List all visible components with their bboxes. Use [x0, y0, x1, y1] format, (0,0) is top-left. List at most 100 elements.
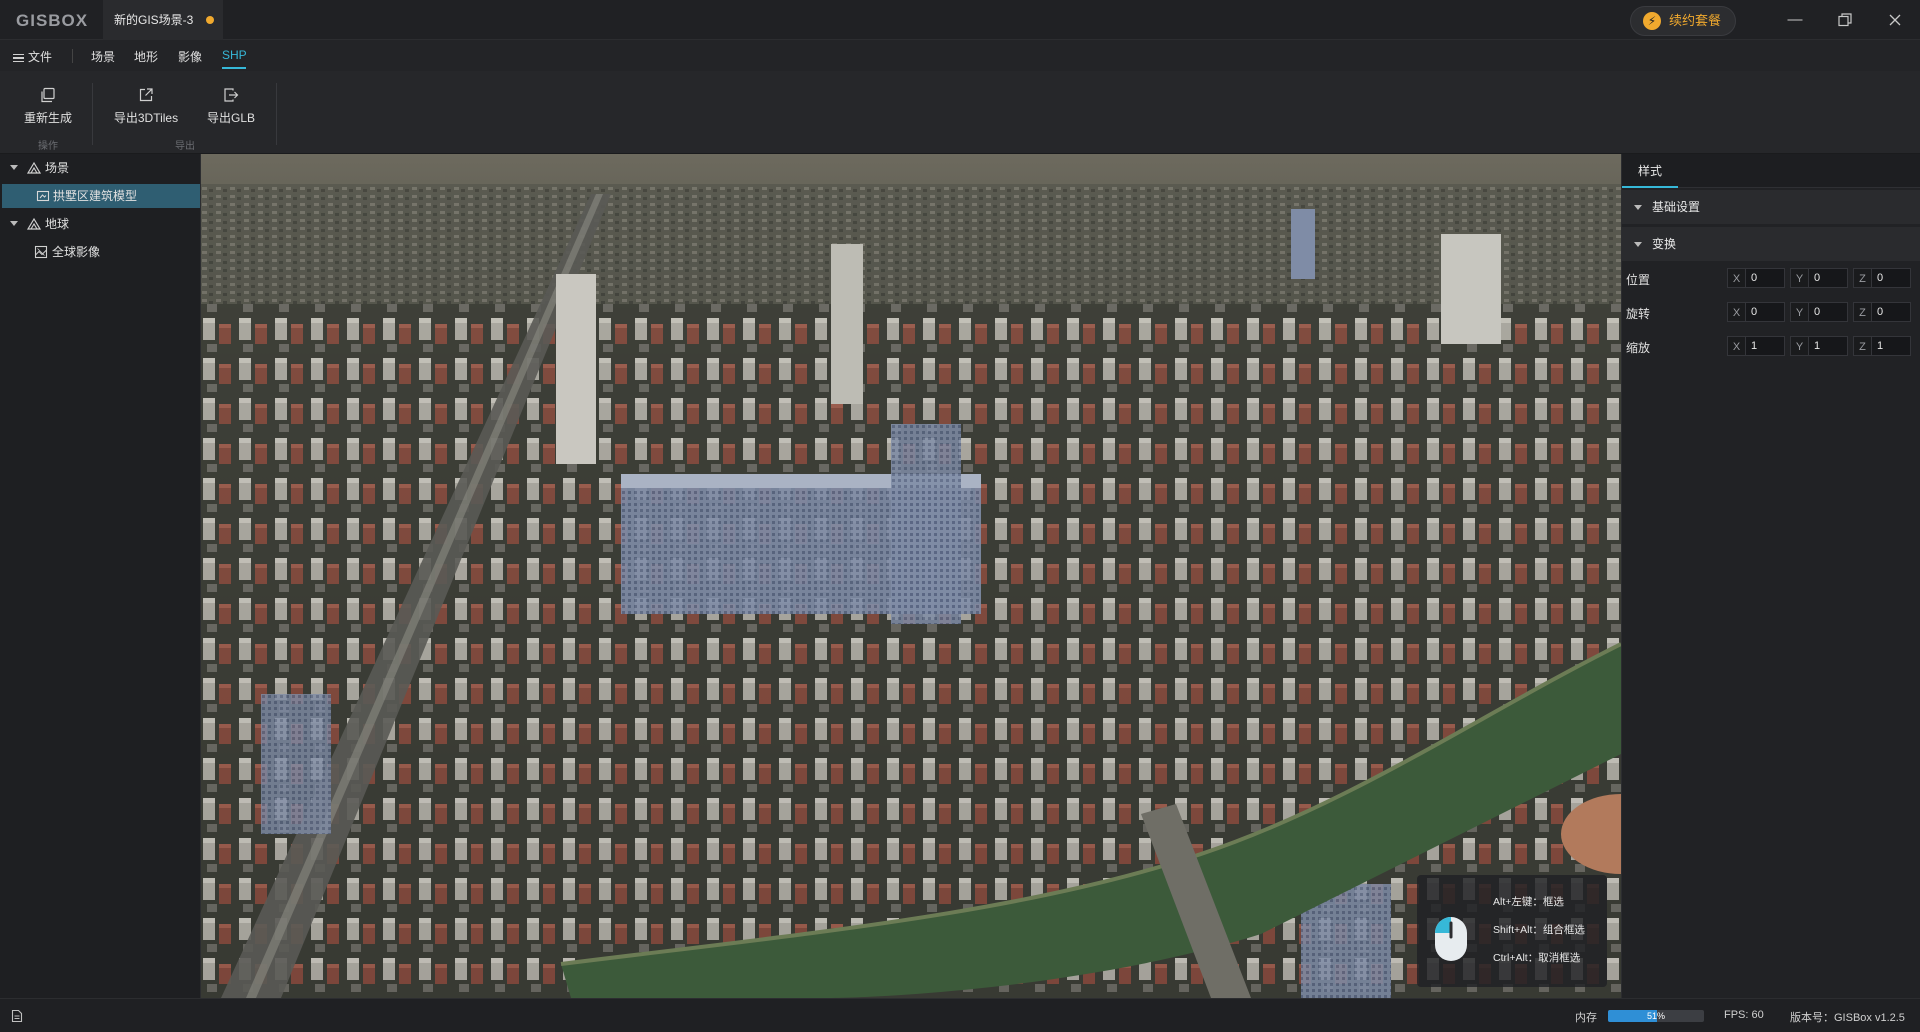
prop-label: 缩放 — [1626, 341, 1651, 355]
ribbon-toolbar: 重新生成 操作 导出3DTiles 导出GLB 导出 — [0, 71, 1920, 154]
section-transform[interactable]: 变换 — [1622, 227, 1920, 261]
tree-node-globe[interactable]: 地球 — [0, 212, 200, 236]
regenerate-icon — [41, 87, 55, 103]
scene-tree-panel: 场景 拱墅区建筑模型 地球 全球影像 — [0, 154, 201, 998]
section-label: 基础设置 — [1652, 200, 1701, 214]
menu-file-label: 文件 — [28, 50, 53, 64]
export-glb-button[interactable]: 导出GLB — [205, 87, 257, 126]
title-bar: GISBOX 新的GIS场景-3 ⚡ 续约套餐 — — [0, 0, 1920, 40]
unsaved-dot-icon — [206, 16, 214, 24]
axis-x-label: X — [1727, 268, 1745, 288]
scale-x-input[interactable] — [1745, 336, 1785, 356]
scale-z-input[interactable] — [1871, 336, 1911, 356]
menu-terrain[interactable]: 地形 — [134, 48, 158, 65]
memory-usage-bar: 51% — [1608, 1010, 1704, 1022]
document-icon[interactable] — [11, 1009, 23, 1023]
export-3dtiles-label: 导出3DTiles — [113, 111, 179, 125]
document-tab[interactable]: 新的GIS场景-3 — [103, 0, 223, 40]
export-glb-icon — [224, 88, 239, 102]
position-y-input[interactable] — [1808, 268, 1848, 288]
ribbon-divider — [276, 83, 277, 145]
menu-bar: 文件 场景 地形 影像 SHP — [0, 40, 1920, 71]
tree-node-label: 地球 — [45, 217, 70, 231]
lightning-icon: ⚡ — [1643, 12, 1661, 30]
mouse-icon — [1435, 917, 1467, 961]
tab-style[interactable]: 样式 — [1622, 154, 1678, 188]
hint-box-select: Alt+左键：框选 — [1493, 896, 1564, 908]
fps-readout: FPS: 60 — [1724, 1009, 1764, 1021]
prop-label: 位置 — [1626, 273, 1651, 287]
axis-x-label: X — [1727, 336, 1745, 356]
ribbon-divider — [92, 83, 93, 145]
axis-z-label: Z — [1853, 336, 1871, 356]
prop-row-rotation: 旋转 X Y Z — [1622, 298, 1920, 326]
hint-combine-select: Shift+Alt：组合框选 — [1493, 924, 1585, 936]
selection-hint-panel: Alt+左键：框选 Shift+Alt：组合框选 Ctrl+Alt：取消框选 — [1417, 875, 1607, 987]
prop-label: 旋转 — [1626, 307, 1651, 321]
prop-row-position: 位置 X Y Z — [1622, 264, 1920, 292]
rotation-y-input[interactable] — [1808, 302, 1848, 322]
menu-divider — [72, 49, 73, 63]
export-3dtiles-button[interactable]: 导出3DTiles — [113, 87, 179, 126]
axis-y-label: Y — [1790, 268, 1808, 288]
caret-down-icon — [1634, 242, 1642, 247]
caret-down-icon — [1634, 205, 1642, 210]
memory-label: 内存 — [1575, 1012, 1597, 1024]
axis-x-label: X — [1727, 302, 1745, 322]
axis-y-label: Y — [1790, 302, 1808, 322]
tree-node-global-imagery[interactable]: 全球影像 — [0, 240, 200, 264]
regenerate-label: 重新生成 — [23, 111, 72, 125]
app-window: GISBOX 新的GIS场景-3 ⚡ 续约套餐 — 文件 场景 地形 影像 SH… — [0, 0, 1920, 1032]
imagery-icon — [34, 245, 48, 259]
restore-button[interactable] — [1830, 8, 1860, 32]
export-glb-label: 导出GLB — [206, 111, 255, 125]
menu-shp[interactable]: SHP — [222, 48, 247, 62]
scale-y-input[interactable] — [1808, 336, 1848, 356]
document-tab-label: 新的GIS场景-3 — [114, 13, 194, 27]
regenerate-button[interactable]: 重新生成 — [22, 87, 74, 126]
model-icon — [36, 190, 50, 202]
ribbon-group-export: 导出 — [175, 141, 195, 152]
menu-file[interactable]: 文件 — [13, 48, 52, 65]
minimize-icon: — — [1787, 11, 1803, 28]
renew-plan-label: 续约套餐 — [1669, 13, 1722, 28]
section-basic-settings[interactable]: 基础设置 — [1622, 190, 1920, 224]
position-z-input[interactable] — [1871, 268, 1911, 288]
active-menu-indicator — [222, 67, 246, 69]
tree-node-label: 拱墅区建筑模型 — [53, 189, 138, 203]
properties-panel: 样式 基础设置 变换 位置 X Y Z 旋转 X Y Z — [1621, 154, 1920, 998]
axis-z-label: Z — [1853, 302, 1871, 322]
renew-plan-button[interactable]: ⚡ 续约套餐 — [1630, 6, 1736, 36]
axis-y-label: Y — [1790, 336, 1808, 356]
memory-usage-percent: 51% — [1646, 1011, 1665, 1021]
position-x-input[interactable] — [1745, 268, 1785, 288]
globe-icon — [27, 217, 41, 230]
axis-z-label: Z — [1853, 268, 1871, 288]
minimize-button[interactable]: — — [1780, 8, 1810, 32]
tree-node-label: 全球影像 — [52, 245, 101, 259]
properties-tab-bar: 样式 — [1622, 154, 1920, 188]
rotation-z-input[interactable] — [1871, 302, 1911, 322]
version-label: 版本号：GISBox v1.2.5 — [1790, 1012, 1905, 1024]
tree-node-label: 场景 — [45, 161, 70, 175]
hamburger-icon — [13, 52, 24, 65]
hint-cancel-select: Ctrl+Alt：取消框选 — [1493, 952, 1581, 964]
caret-down-icon[interactable] — [10, 221, 18, 226]
menu-imagery[interactable]: 影像 — [178, 48, 202, 65]
tree-node-building-model[interactable]: 拱墅区建筑模型 — [2, 184, 200, 208]
close-icon — [1889, 14, 1901, 26]
export-icon — [139, 88, 153, 102]
scene-icon — [27, 161, 41, 174]
tree-node-scene[interactable]: 场景 — [0, 156, 200, 180]
rotation-x-input[interactable] — [1745, 302, 1785, 322]
restore-icon — [1838, 13, 1852, 27]
status-bar: 内存 51% FPS: 60 版本号：GISBox v1.2.5 — [0, 998, 1920, 1032]
city-scene-render — [201, 154, 1621, 998]
section-label: 变换 — [1652, 237, 1677, 251]
caret-down-icon[interactable] — [10, 165, 18, 170]
app-logo: GISBOX — [16, 11, 89, 30]
3d-viewport[interactable]: Alt+左键：框选 Shift+Alt：组合框选 Ctrl+Alt：取消框选 — [201, 154, 1621, 998]
prop-row-scale: 缩放 X Y Z — [1622, 332, 1920, 360]
menu-scene[interactable]: 场景 — [91, 48, 115, 65]
close-window-button[interactable] — [1880, 8, 1910, 32]
